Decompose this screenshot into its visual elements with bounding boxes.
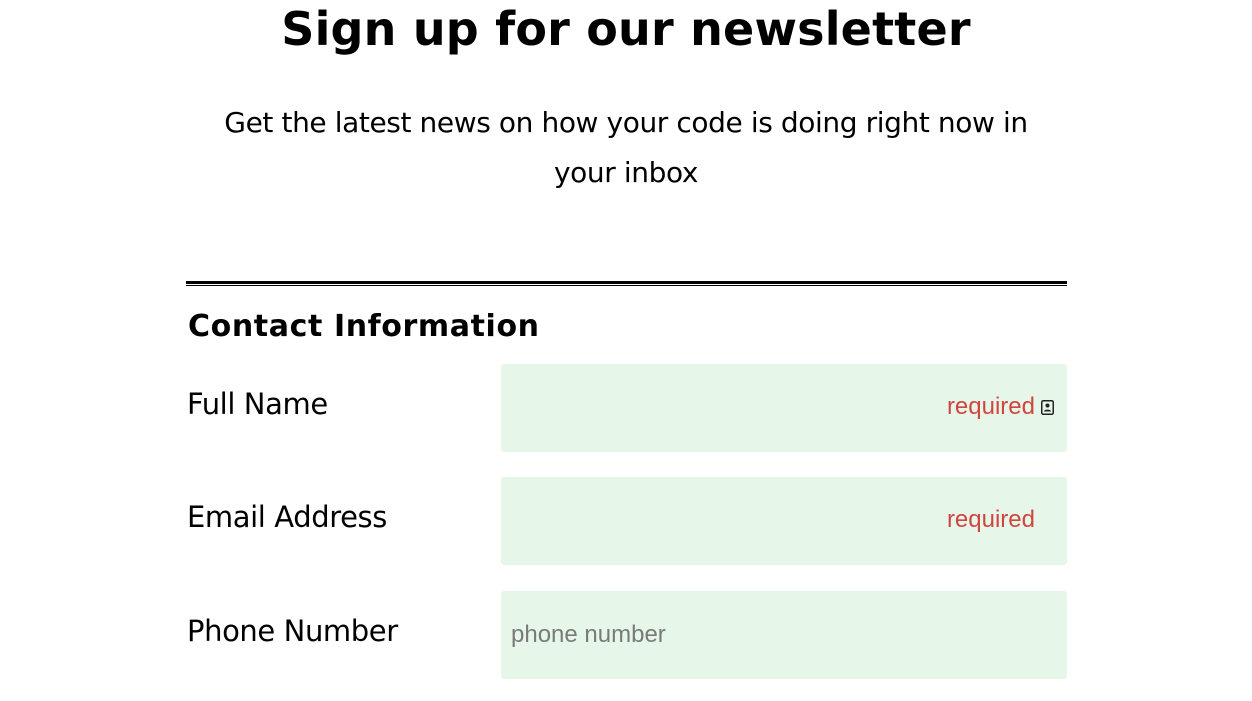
fieldset-top-rule	[186, 281, 1067, 284]
full-name-input[interactable]	[501, 364, 1067, 452]
contact-information-fieldset: Contact Information Full Name required E…	[186, 281, 1067, 701]
email-address-label: Email Address	[187, 500, 387, 534]
email-address-field[interactable]: required	[501, 477, 1067, 565]
full-name-label: Full Name	[187, 387, 328, 421]
phone-number-field[interactable]	[501, 591, 1067, 679]
email-address-input[interactable]	[501, 477, 1067, 565]
phone-number-input[interactable]	[501, 591, 1067, 679]
page-title: Sign up for our newsletter	[281, 2, 971, 56]
full-name-field[interactable]: required	[501, 364, 1067, 452]
page-subtitle: Get the latest news on how your code is …	[224, 106, 1028, 189]
fieldset-top-rule-thin	[186, 285, 1067, 286]
newsletter-page: Sign up for our newsletter Get the lates…	[0, 0, 1252, 701]
fieldset-legend: Contact Information	[188, 309, 540, 344]
phone-number-label: Phone Number	[187, 614, 398, 648]
